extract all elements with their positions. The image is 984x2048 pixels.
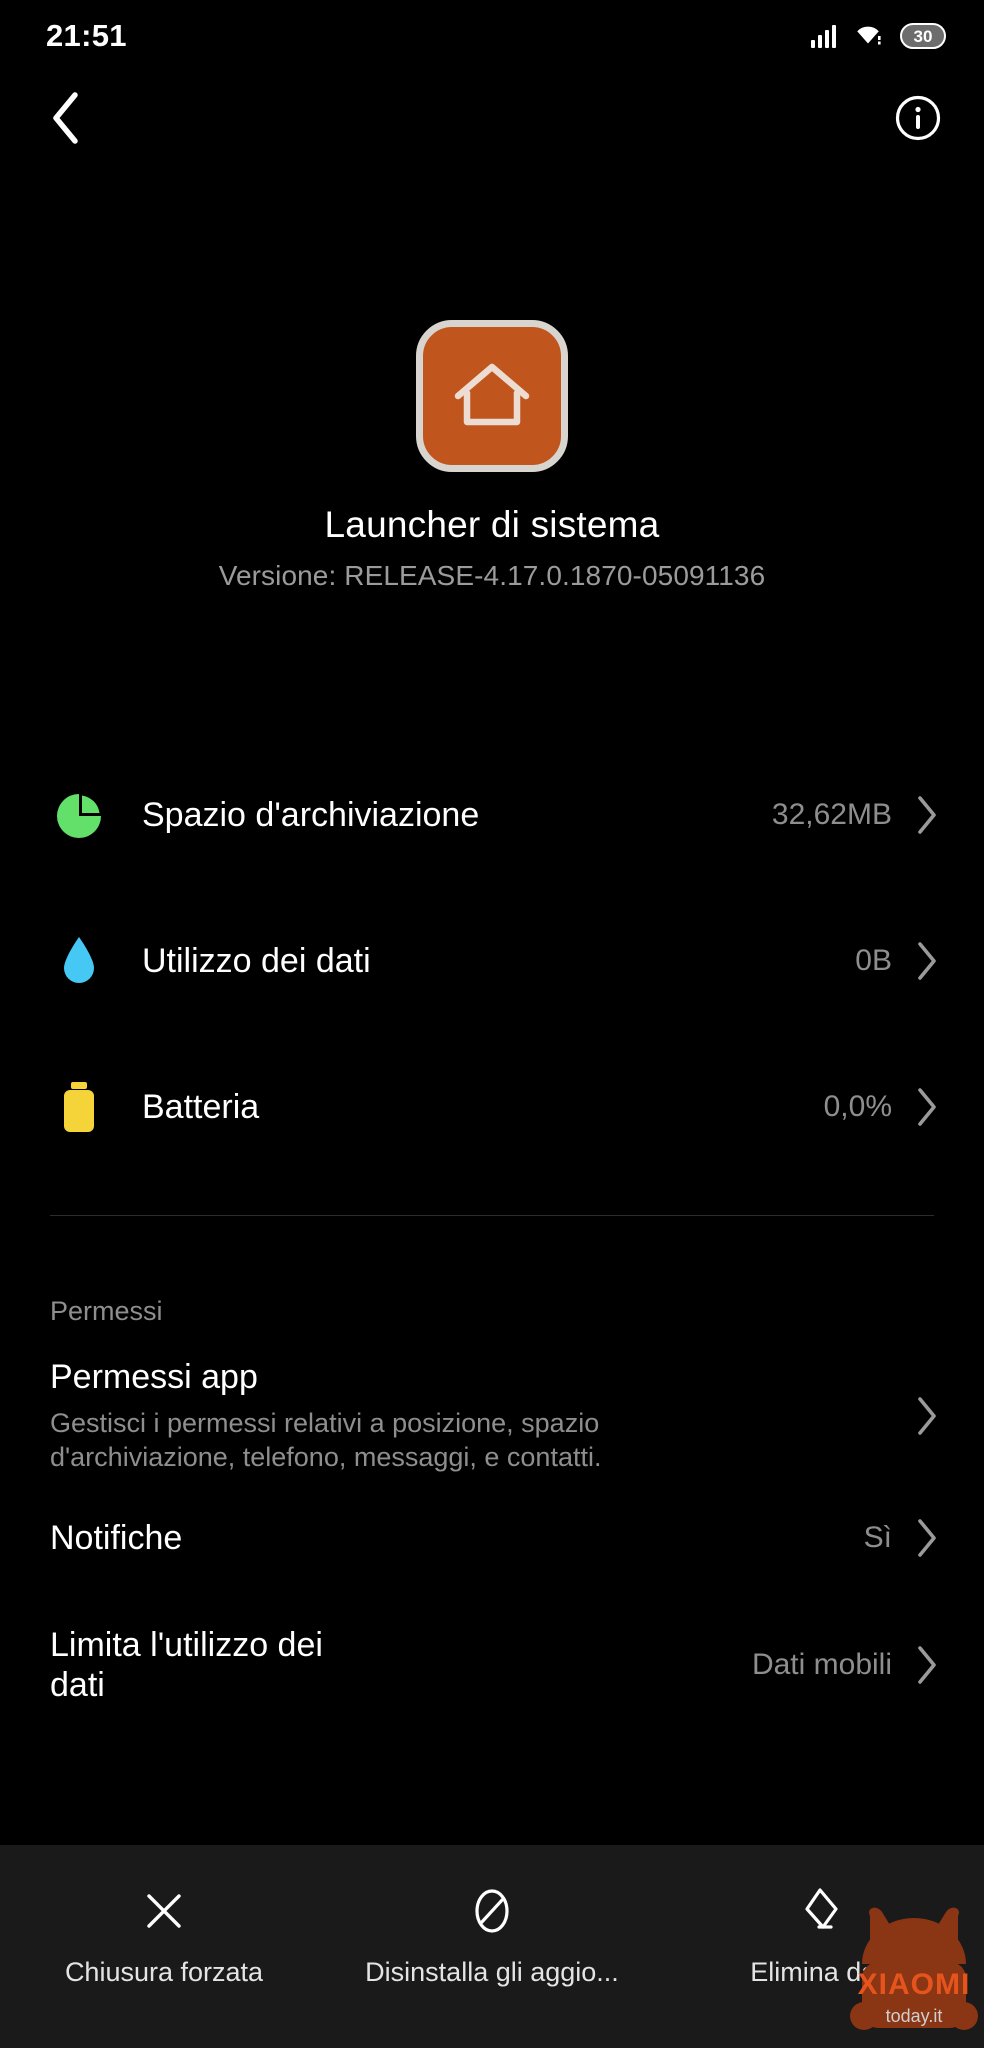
- status-bar: 21:51 30: [0, 0, 984, 72]
- permission-row-text: Notifiche: [50, 1518, 864, 1558]
- permission-row-data-limit[interactable]: Limita l'utilizzo dei dati Dati mobili: [0, 1594, 984, 1736]
- permission-row-app-permissions[interactable]: Permessi app Gestisci i permessi relativ…: [0, 1350, 984, 1482]
- home-app-icon: [416, 320, 568, 472]
- info-row-value: 0B: [855, 944, 892, 977]
- permission-row-value: Sì: [863, 1521, 892, 1554]
- block-circle-slash-icon: [469, 1883, 515, 1939]
- status-bar-clock: 21:51: [46, 18, 127, 53]
- chevron-right-icon: [914, 940, 940, 982]
- battery-icon: [52, 1078, 114, 1136]
- clear-data-label: Elimina dati: [750, 1957, 890, 1987]
- info-row-data-usage[interactable]: Utilizzo dei dati 0B: [0, 888, 984, 1034]
- chevron-right-icon: [914, 794, 940, 836]
- close-x-icon: [141, 1883, 187, 1939]
- chevron-right-icon: [914, 1644, 940, 1686]
- top-toolbar: [0, 78, 984, 162]
- data-drop-icon: [52, 933, 114, 989]
- info-row-storage[interactable]: Spazio d'archiviazione 32,62MB: [0, 742, 984, 888]
- permission-row-text: Limita l'utilizzo dei dati: [50, 1625, 752, 1705]
- chevron-left-icon: [49, 90, 83, 151]
- info-row-label: Utilizzo dei dati: [142, 941, 371, 980]
- battery-level-label: 30: [913, 26, 933, 46]
- permission-row-description: Gestisci i permessi relativi a posizione…: [50, 1407, 602, 1473]
- chevron-right-icon: [914, 1395, 940, 1437]
- signal-bars-icon: [810, 24, 836, 48]
- chevron-right-icon: [914, 1086, 940, 1128]
- app-info-list: Spazio d'archiviazione 32,62MB Utilizzo …: [0, 742, 984, 1180]
- app-info-button[interactable]: [882, 84, 954, 156]
- info-row-label: Spazio d'archiviazione: [142, 795, 480, 834]
- uninstall-updates-button[interactable]: Disinstalla gli aggio...: [342, 1883, 642, 1988]
- permission-row-text: Permessi app Gestisci i permessi relativ…: [50, 1357, 914, 1474]
- info-circle-icon: [894, 94, 942, 147]
- back-button[interactable]: [30, 84, 102, 156]
- permission-row-title: Limita l'utilizzo dei dati: [50, 1625, 323, 1704]
- clear-data-button[interactable]: Elimina dati: [670, 1883, 970, 1988]
- status-bar-icons: 30: [810, 22, 946, 51]
- permissions-list: Permessi app Gestisci i permessi relativ…: [0, 1350, 984, 1736]
- info-row-value: 0,0%: [823, 1090, 892, 1123]
- app-info-screen: 21:51 30 Launcher di sistema Versione: R…: [0, 0, 984, 2048]
- wifi-icon: [853, 22, 883, 51]
- info-row-label: Batteria: [142, 1087, 260, 1126]
- force-stop-label: Chiusura forzata: [64, 1957, 264, 1987]
- permissions-section-label: Permessi: [50, 1296, 163, 1326]
- eraser-icon: [797, 1883, 843, 1939]
- permission-row-notifications[interactable]: Notifiche Sì: [0, 1482, 984, 1594]
- permission-row-title: Notifiche: [50, 1518, 183, 1557]
- force-stop-button[interactable]: Chiusura forzata: [14, 1883, 314, 1988]
- app-version: Versione: RELEASE-4.17.0.1870-05091136: [218, 560, 766, 591]
- app-header: Launcher di sistema Versione: RELEASE-4.…: [0, 320, 984, 592]
- battery-icon: 30: [900, 23, 946, 49]
- info-row-battery[interactable]: Batteria 0,0%: [0, 1034, 984, 1180]
- section-divider: [50, 1215, 934, 1216]
- bottom-action-bar: Chiusura forzata Disinstalla gli aggio..…: [0, 1845, 984, 2048]
- chevron-right-icon: [914, 1517, 940, 1559]
- permission-row-value: Dati mobili: [751, 1648, 892, 1681]
- uninstall-updates-label: Disinstalla gli aggio...: [365, 1957, 619, 1987]
- app-name: Launcher di sistema: [324, 504, 660, 545]
- storage-pie-icon: [52, 788, 114, 842]
- permission-row-title: Permessi app: [50, 1358, 258, 1397]
- info-row-value: 32,62MB: [771, 798, 892, 831]
